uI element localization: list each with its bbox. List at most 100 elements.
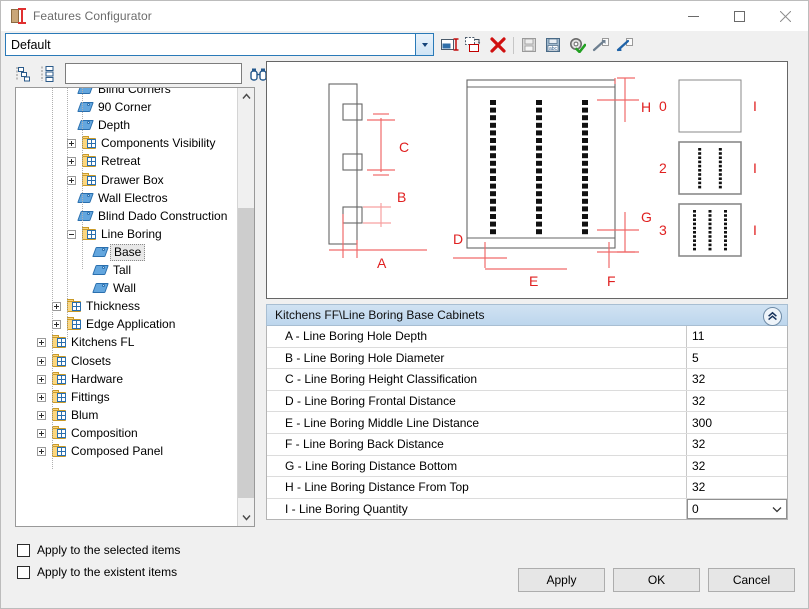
close-button[interactable]: [762, 1, 808, 31]
profile-dropdown-button[interactable]: [415, 34, 433, 55]
tree-item-line-boring[interactable]: Line Boring: [16, 225, 238, 243]
tree-item-closets[interactable]: Closets: [16, 352, 238, 370]
tree-item-base[interactable]: Base: [16, 243, 238, 261]
tree-item-blind-corners[interactable]: Blind Corners: [16, 88, 238, 99]
minimize-button[interactable]: [670, 1, 716, 31]
tree-item-thickness[interactable]: Thickness: [16, 298, 238, 316]
tree-item-blum[interactable]: Blum: [16, 406, 238, 424]
boring-hole: [693, 247, 696, 251]
expand-node-icon[interactable]: [37, 374, 46, 384]
collapse-all-icon[interactable]: [15, 65, 33, 83]
expand-node-icon[interactable]: [37, 410, 46, 420]
checkbox[interactable]: [17, 565, 30, 579]
chevron-down-icon[interactable]: [768, 506, 786, 513]
tree-item-composition[interactable]: Composition: [16, 424, 238, 442]
boring-hole: [718, 173, 722, 176]
tree-item-label: Kitchens FL: [71, 335, 135, 350]
expand-node-icon[interactable]: [37, 446, 46, 456]
feature-tag-icon: [77, 209, 95, 224]
tree-item-90-corner[interactable]: 90 Corner: [16, 99, 238, 117]
scroll-up-button[interactable]: [238, 88, 254, 105]
property-row: G - Line Boring Distance Bottom 32: [267, 455, 787, 478]
property-value[interactable]: 32: [687, 456, 787, 477]
tree-item-blind-dado-construction[interactable]: Blind Dado Construction: [16, 207, 238, 225]
button-label: Cancel: [732, 573, 771, 587]
property-dropdown[interactable]: 0: [687, 498, 787, 520]
checkbox-row[interactable]: Apply to the existent items: [17, 561, 180, 583]
boring-hole: [582, 145, 588, 151]
expand-node-icon[interactable]: [37, 392, 46, 402]
label-a: A: [377, 255, 387, 271]
save-as-icon[interactable]: abc: [541, 34, 565, 57]
export-icon[interactable]: [589, 34, 613, 57]
collapse-node-icon[interactable]: [67, 229, 76, 239]
expand-node-icon[interactable]: [52, 302, 61, 312]
expand-node-icon[interactable]: [67, 157, 76, 167]
tree-item-composed-panel[interactable]: Composed Panel: [16, 442, 238, 460]
property-value[interactable]: 32: [687, 434, 787, 455]
tree-item-label: Components Visibility: [101, 136, 216, 151]
expand-node-icon[interactable]: [37, 338, 46, 348]
scroll-down-button[interactable]: [238, 509, 254, 526]
expand-node-icon[interactable]: [37, 356, 46, 366]
tree-item-depth[interactable]: Depth: [16, 117, 238, 135]
settings-apply-icon[interactable]: [565, 34, 589, 57]
duplicate-feature-icon[interactable]: [462, 34, 486, 57]
property-value[interactable]: 11: [687, 326, 787, 347]
checkbox-row[interactable]: Apply to the selected items: [17, 539, 180, 561]
boring-hole: [490, 168, 496, 174]
tree-scrollbar[interactable]: [237, 88, 254, 526]
profile-combobox[interactable]: Default: [5, 33, 434, 56]
tree-item-label: Wall Electros: [98, 190, 168, 205]
property-value[interactable]: 5: [687, 348, 787, 369]
tree-item-wall-electros[interactable]: Wall Electros: [16, 189, 238, 207]
boring-hole: [490, 145, 496, 151]
boring-hole: [698, 177, 702, 180]
scrollbar-thumb[interactable]: [238, 208, 254, 498]
tree-item-tall[interactable]: Tall: [16, 262, 238, 280]
chevron-down-icon: [421, 42, 428, 47]
tree-item-retreat[interactable]: Retreat: [16, 153, 238, 171]
save-icon[interactable]: [517, 34, 541, 57]
checkbox[interactable]: [17, 543, 30, 557]
property-value[interactable]: 300: [687, 412, 787, 433]
property-value[interactable]: 32: [687, 477, 787, 498]
expand-all-icon[interactable]: [39, 65, 57, 83]
import-icon[interactable]: [613, 34, 637, 57]
boring-hole: [582, 206, 588, 212]
ok-button[interactable]: OK: [613, 568, 700, 592]
properties-header[interactable]: Kitchens FF\Line Boring Base Cabinets: [266, 304, 788, 326]
tree-item-drawer-box[interactable]: Drawer Box: [16, 171, 238, 189]
features-tree[interactable]: StructureBoxFrame DimensionsDoor Overlay…: [15, 87, 255, 527]
property-row: A - Line Boring Hole Depth 11: [267, 326, 787, 348]
tree-item-components-visibility[interactable]: Components Visibility: [16, 135, 238, 153]
tree-item-label: Base: [110, 243, 146, 261]
boring-hole: [536, 198, 542, 204]
maximize-button[interactable]: [716, 1, 762, 31]
properties-section: Kitchens FF\Line Boring Base Cabinets A …: [266, 304, 788, 521]
expand-node-icon[interactable]: [37, 428, 46, 438]
expand-node-icon[interactable]: [67, 175, 76, 185]
folder-icon: [81, 226, 98, 242]
boring-hole: [582, 191, 588, 197]
rename-feature-icon[interactable]: [438, 34, 462, 57]
boring-hole: [708, 210, 712, 213]
tree-item-fittings[interactable]: Fittings: [16, 388, 238, 406]
chevrons-up-icon[interactable]: [763, 307, 782, 326]
property-value[interactable]: 32: [687, 369, 787, 390]
boring-hole: [536, 115, 542, 121]
tree-item-kitchens-fl[interactable]: Kitchens FL: [16, 334, 238, 352]
delete-feature-icon[interactable]: [486, 34, 510, 57]
expand-node-icon[interactable]: [67, 139, 76, 149]
cancel-button[interactable]: Cancel: [708, 568, 795, 592]
tree-item-edge-application[interactable]: Edge Application: [16, 316, 238, 334]
tree-item-wall[interactable]: Wall: [16, 280, 238, 298]
search-input[interactable]: [65, 63, 242, 84]
tree-item-hardware[interactable]: Hardware: [16, 370, 238, 388]
apply-button[interactable]: Apply: [518, 568, 605, 592]
tree-item-label: Hardware: [71, 371, 124, 386]
expand-node-icon[interactable]: [52, 320, 61, 330]
property-value[interactable]: 32: [687, 391, 787, 412]
boring-hole: [490, 176, 496, 181]
feature-tag-icon: [77, 118, 95, 133]
